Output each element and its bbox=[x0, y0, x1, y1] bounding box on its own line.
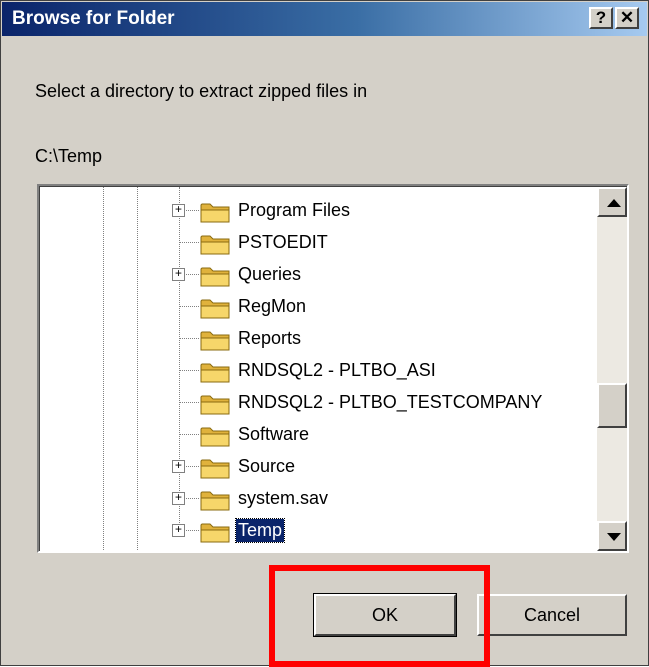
expand-plus-icon[interactable]: + bbox=[172, 204, 185, 217]
tree-item[interactable]: RNDSQL2 - PLTBO_ASI bbox=[40, 355, 585, 387]
folder-icon bbox=[200, 329, 231, 351]
tree-connector bbox=[179, 434, 199, 435]
folder-icon bbox=[200, 457, 231, 479]
folder-tree[interactable]: + Program Files PSTOEDIT + Queries RegMon Repo… bbox=[37, 184, 629, 553]
ok-button[interactable]: OK bbox=[313, 593, 457, 637]
tree-item[interactable]: Reports bbox=[40, 323, 585, 355]
title-bar[interactable]: Browse for Folder ? ✕ bbox=[2, 2, 647, 36]
folder-icon bbox=[200, 393, 231, 415]
tree-connector bbox=[179, 338, 199, 339]
window-title: Browse for Folder bbox=[12, 8, 175, 29]
tree-item-label: Temp bbox=[234, 518, 286, 543]
tree-item-label: Program Files bbox=[238, 200, 351, 220]
help-button[interactable]: ? bbox=[589, 7, 613, 29]
expand-plus-icon[interactable]: + bbox=[172, 492, 185, 505]
tree-item-label: Source bbox=[238, 456, 296, 476]
tree-connector bbox=[179, 242, 199, 243]
tree-item[interactable]: + Queries bbox=[40, 259, 585, 291]
tree-item-label: RNDSQL2 - PLTBO_ASI bbox=[238, 360, 436, 380]
tree-item[interactable]: + Program Files bbox=[40, 195, 585, 227]
up-arrow-icon bbox=[607, 199, 621, 207]
tree-item[interactable]: RegMon bbox=[40, 291, 585, 323]
tree-connector bbox=[179, 306, 199, 307]
tree-item[interactable]: + Source bbox=[40, 451, 585, 483]
tree-item-label: Software bbox=[238, 424, 310, 444]
prompt-text: Select a directory to extract zipped fil… bbox=[35, 81, 368, 101]
scrollbar-thumb[interactable] bbox=[597, 383, 627, 428]
tree-item-label: RegMon bbox=[238, 296, 307, 316]
folder-icon bbox=[200, 233, 231, 255]
tree-item-label: Queries bbox=[238, 264, 302, 284]
tree-item[interactable]: RNDSQL2 - PLTBO_TESTCOMPANY bbox=[40, 387, 585, 419]
cancel-button[interactable]: Cancel bbox=[477, 594, 627, 636]
folder-icon bbox=[200, 265, 231, 287]
folder-icon bbox=[200, 297, 231, 319]
tree-connector bbox=[179, 370, 199, 371]
folder-icon bbox=[200, 201, 231, 223]
vertical-scrollbar[interactable] bbox=[597, 187, 627, 551]
tree-item-label: PSTOEDIT bbox=[238, 232, 328, 252]
expand-plus-icon[interactable]: + bbox=[172, 268, 185, 281]
browse-for-folder-dialog: Browse for Folder ? ✕ Select a directory… bbox=[0, 0, 649, 667]
scroll-down-button[interactable] bbox=[597, 521, 627, 551]
tree-item[interactable]: + Temp bbox=[40, 515, 585, 547]
folder-icon bbox=[200, 425, 231, 447]
tree-connector bbox=[179, 402, 199, 403]
folder-icon bbox=[200, 521, 231, 543]
tree-item[interactable]: Software bbox=[40, 419, 585, 451]
tree-item[interactable]: PSTOEDIT bbox=[40, 227, 585, 259]
selected-path: C:\Temp bbox=[35, 146, 103, 166]
expand-plus-icon[interactable]: + bbox=[172, 524, 185, 537]
tree-item-label: RNDSQL2 - PLTBO_TESTCOMPANY bbox=[238, 392, 543, 412]
folder-icon bbox=[200, 361, 231, 383]
folder-icon bbox=[200, 489, 231, 511]
down-arrow-icon bbox=[607, 533, 621, 541]
tree-item[interactable]: + system.sav bbox=[40, 483, 585, 515]
expand-plus-icon[interactable]: + bbox=[172, 460, 185, 473]
close-button[interactable]: ✕ bbox=[615, 7, 639, 29]
scroll-up-button[interactable] bbox=[597, 187, 627, 217]
tree-item-label: system.sav bbox=[238, 488, 329, 508]
tree-item-label: Reports bbox=[238, 328, 302, 348]
